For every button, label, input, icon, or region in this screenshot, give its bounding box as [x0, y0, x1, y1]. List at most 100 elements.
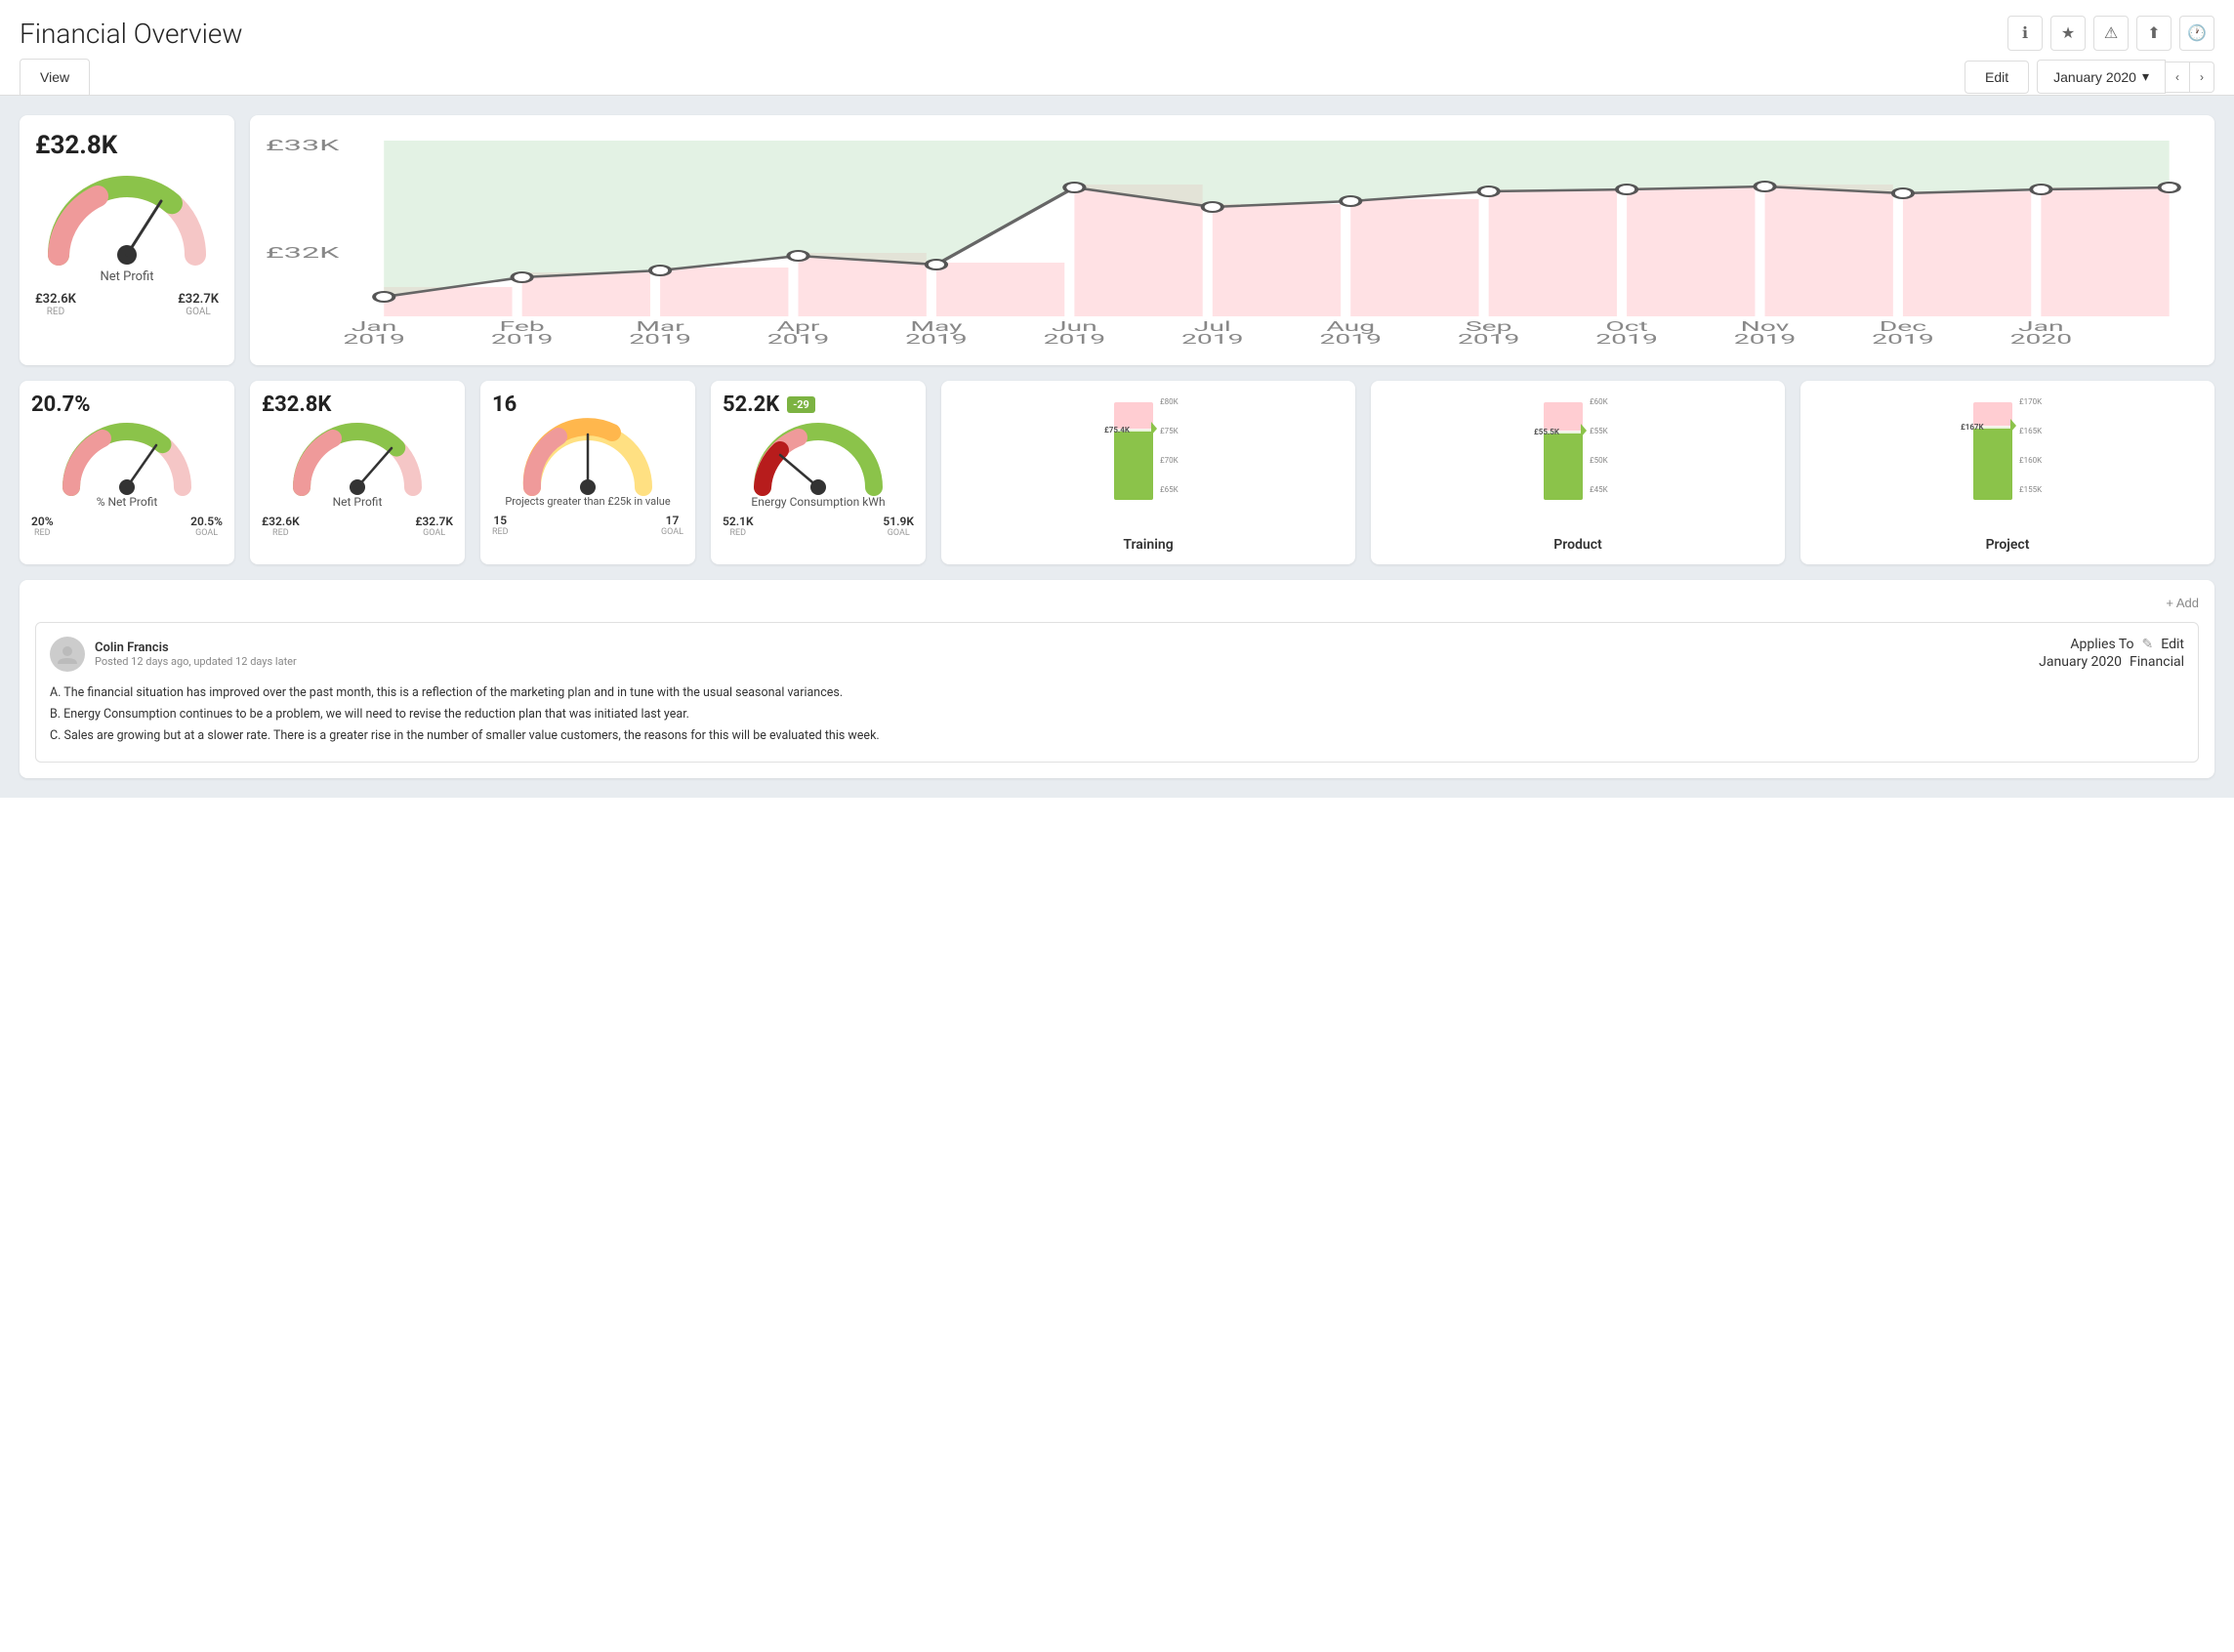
svg-text:£33K: £33K: [266, 137, 339, 155]
info-icon-btn[interactable]: ℹ: [2007, 16, 2043, 51]
projects-gauge: [524, 421, 651, 491]
bottom-row: 20.7% % Net Profit 20% RED: [20, 381, 2214, 564]
pct-net-profit-footer: 20% RED 20.5% GOAL: [31, 515, 223, 538]
edit-icon: ✎: [2142, 637, 2154, 652]
svg-text:£45K: £45K: [1590, 485, 1609, 494]
date-label: January 2020: [2053, 69, 2136, 85]
svg-text:2019: 2019: [1734, 331, 1797, 347]
svg-text:2019: 2019: [1458, 331, 1520, 347]
header-icons: ℹ ★ ⚠ ⬆ 🕐: [2007, 16, 2214, 51]
toolbar: View Edit January 2020 ▾ ‹ ›: [0, 59, 2234, 96]
add-comment-button[interactable]: + Add: [2166, 596, 2199, 610]
net-profit-card: £32.8K Net Profit: [20, 115, 234, 365]
svg-text:£55K: £55K: [1590, 427, 1609, 435]
pct-net-profit-label: % Net Profit: [97, 495, 158, 509]
applies-to-label: Applies To: [2070, 637, 2133, 652]
view-tab-btn[interactable]: View: [20, 59, 90, 95]
export-icon-btn[interactable]: ⬆: [2136, 16, 2172, 51]
comments-header: + Add: [35, 596, 2199, 610]
net-profit-small-card: £32.8K Net Profit £32.6K RED: [250, 381, 465, 564]
comment-user-info: Colin Francis Posted 12 days ago, update…: [95, 640, 297, 668]
comment-header: Colin Francis Posted 12 days ago, update…: [50, 637, 2184, 672]
comment-posted: Posted 12 days ago, updated 12 days late…: [95, 655, 297, 668]
net-profit-label: Net Profit: [101, 269, 154, 284]
svg-text:£70K: £70K: [1160, 456, 1179, 465]
svg-text:£160K: £160K: [2019, 456, 2043, 465]
svg-text:2020: 2020: [2010, 331, 2073, 347]
training-chart: £80K £75K £70K £65K £75.4K: [953, 392, 1344, 529]
next-btn[interactable]: ›: [2190, 62, 2214, 93]
line-chart-card: £33K £32K: [250, 115, 2214, 365]
svg-text:£55.5K: £55.5K: [1534, 428, 1560, 436]
project-label: Project: [1986, 537, 2030, 553]
svg-text:2019: 2019: [767, 331, 830, 347]
comment-author: Colin Francis: [95, 640, 297, 655]
svg-text:£32K: £32K: [266, 244, 339, 263]
svg-text:£80K: £80K: [1160, 397, 1179, 406]
energy-gauge: [755, 421, 882, 491]
alert-icon-btn[interactable]: ⚠: [2093, 16, 2129, 51]
date-selector: January 2020 ▾ ‹ ›: [2037, 60, 2214, 94]
comment-card: Colin Francis Posted 12 days ago, update…: [35, 622, 2199, 763]
financial-link[interactable]: Financial: [2130, 654, 2184, 670]
projects-footer: 15 RED 17 GOAL: [492, 514, 683, 537]
training-label: Training: [1123, 537, 1173, 553]
net-profit-small-footer: £32.6K RED £32.7K GOAL: [262, 515, 453, 538]
product-chart: £60K £55K £50K £45K £55.5K: [1383, 392, 1773, 529]
training-card: £80K £75K £70K £65K £75.4K Training: [941, 381, 1355, 564]
edit-button[interactable]: Edit: [1965, 61, 2029, 94]
comment-line-2: B. Energy Consumption continues to be a …: [50, 705, 2184, 724]
view-tab[interactable]: View: [20, 59, 90, 95]
svg-text:£65K: £65K: [1160, 485, 1179, 494]
svg-text:2019: 2019: [1872, 331, 1934, 347]
comment-meta: Applies To ✎ Edit January 2020 Financial: [2039, 637, 2184, 670]
projects-value: 16: [492, 392, 517, 417]
projects-card: 16 Projects greater than £25k in value 1…: [480, 381, 695, 564]
projects-label: Projects greater than £25k in value: [505, 495, 670, 508]
svg-text:2019: 2019: [1181, 331, 1244, 347]
svg-text:£50K: £50K: [1590, 456, 1609, 465]
energy-card: 52.2K -29 Energy Consumption kWh 52.: [711, 381, 926, 564]
toolbar-right: Edit January 2020 ▾ ‹ ›: [1965, 60, 2214, 94]
svg-text:2019: 2019: [1595, 331, 1658, 347]
product-label: Product: [1553, 537, 1601, 553]
prev-btn[interactable]: ‹: [2166, 62, 2190, 93]
svg-text:£167K: £167K: [1961, 423, 1985, 432]
svg-text:£170K: £170K: [2019, 397, 2043, 406]
svg-text:£155K: £155K: [2019, 485, 2043, 494]
chevron-down-icon: ▾: [2142, 68, 2149, 85]
product-card: £60K £55K £50K £45K £55.5K Product: [1371, 381, 1785, 564]
top-row: £32.8K Net Profit: [20, 115, 2214, 365]
net-profit-goal: £32.7K GOAL: [178, 292, 219, 317]
pct-net-profit-value: 20.7%: [31, 392, 91, 417]
comment-line-3: C. Sales are growing but at a slower rat…: [50, 726, 2184, 746]
app-header: Financial Overview ℹ ★ ⚠ ⬆ 🕐: [0, 0, 2234, 59]
net-profit-gauge: [49, 172, 205, 260]
applies-to-row: Applies To ✎ Edit: [2070, 637, 2184, 652]
net-profit-small-gauge: [294, 421, 421, 491]
energy-value: 52.2K: [723, 392, 779, 417]
svg-text:£60K: £60K: [1590, 397, 1609, 406]
applies-to-date: January 2020: [2039, 654, 2122, 670]
applies-to-date-row: January 2020 Financial: [2039, 654, 2184, 670]
svg-text:2019: 2019: [343, 331, 405, 347]
edit-link[interactable]: Edit: [2161, 637, 2184, 652]
line-chart-svg: £33K £32K: [266, 131, 2199, 346]
pct-gauge: [63, 421, 190, 491]
svg-text:2019: 2019: [491, 331, 554, 347]
clock-icon-btn[interactable]: 🕐: [2179, 16, 2214, 51]
energy-footer: 52.1K RED 51.9K GOAL: [723, 515, 914, 538]
star-icon-btn[interactable]: ★: [2050, 16, 2086, 51]
svg-text:2019: 2019: [1319, 331, 1382, 347]
date-dropdown[interactable]: January 2020 ▾: [2037, 60, 2166, 94]
net-profit-small-label: Net Profit: [333, 495, 383, 509]
energy-value-row: 52.2K -29: [723, 392, 815, 417]
svg-text:2019: 2019: [1044, 331, 1106, 347]
comment-body: A. The financial situation has improved …: [50, 683, 2184, 746]
net-profit-value: £32.8K: [35, 131, 117, 160]
svg-text:2019: 2019: [629, 331, 691, 347]
net-profit-small-value: £32.8K: [262, 392, 331, 417]
main-content: £32.8K Net Profit: [0, 96, 2234, 798]
pct-net-profit-card: 20.7% % Net Profit 20% RED: [20, 381, 234, 564]
net-profit-footer: £32.6K RED £32.7K GOAL: [35, 292, 219, 317]
